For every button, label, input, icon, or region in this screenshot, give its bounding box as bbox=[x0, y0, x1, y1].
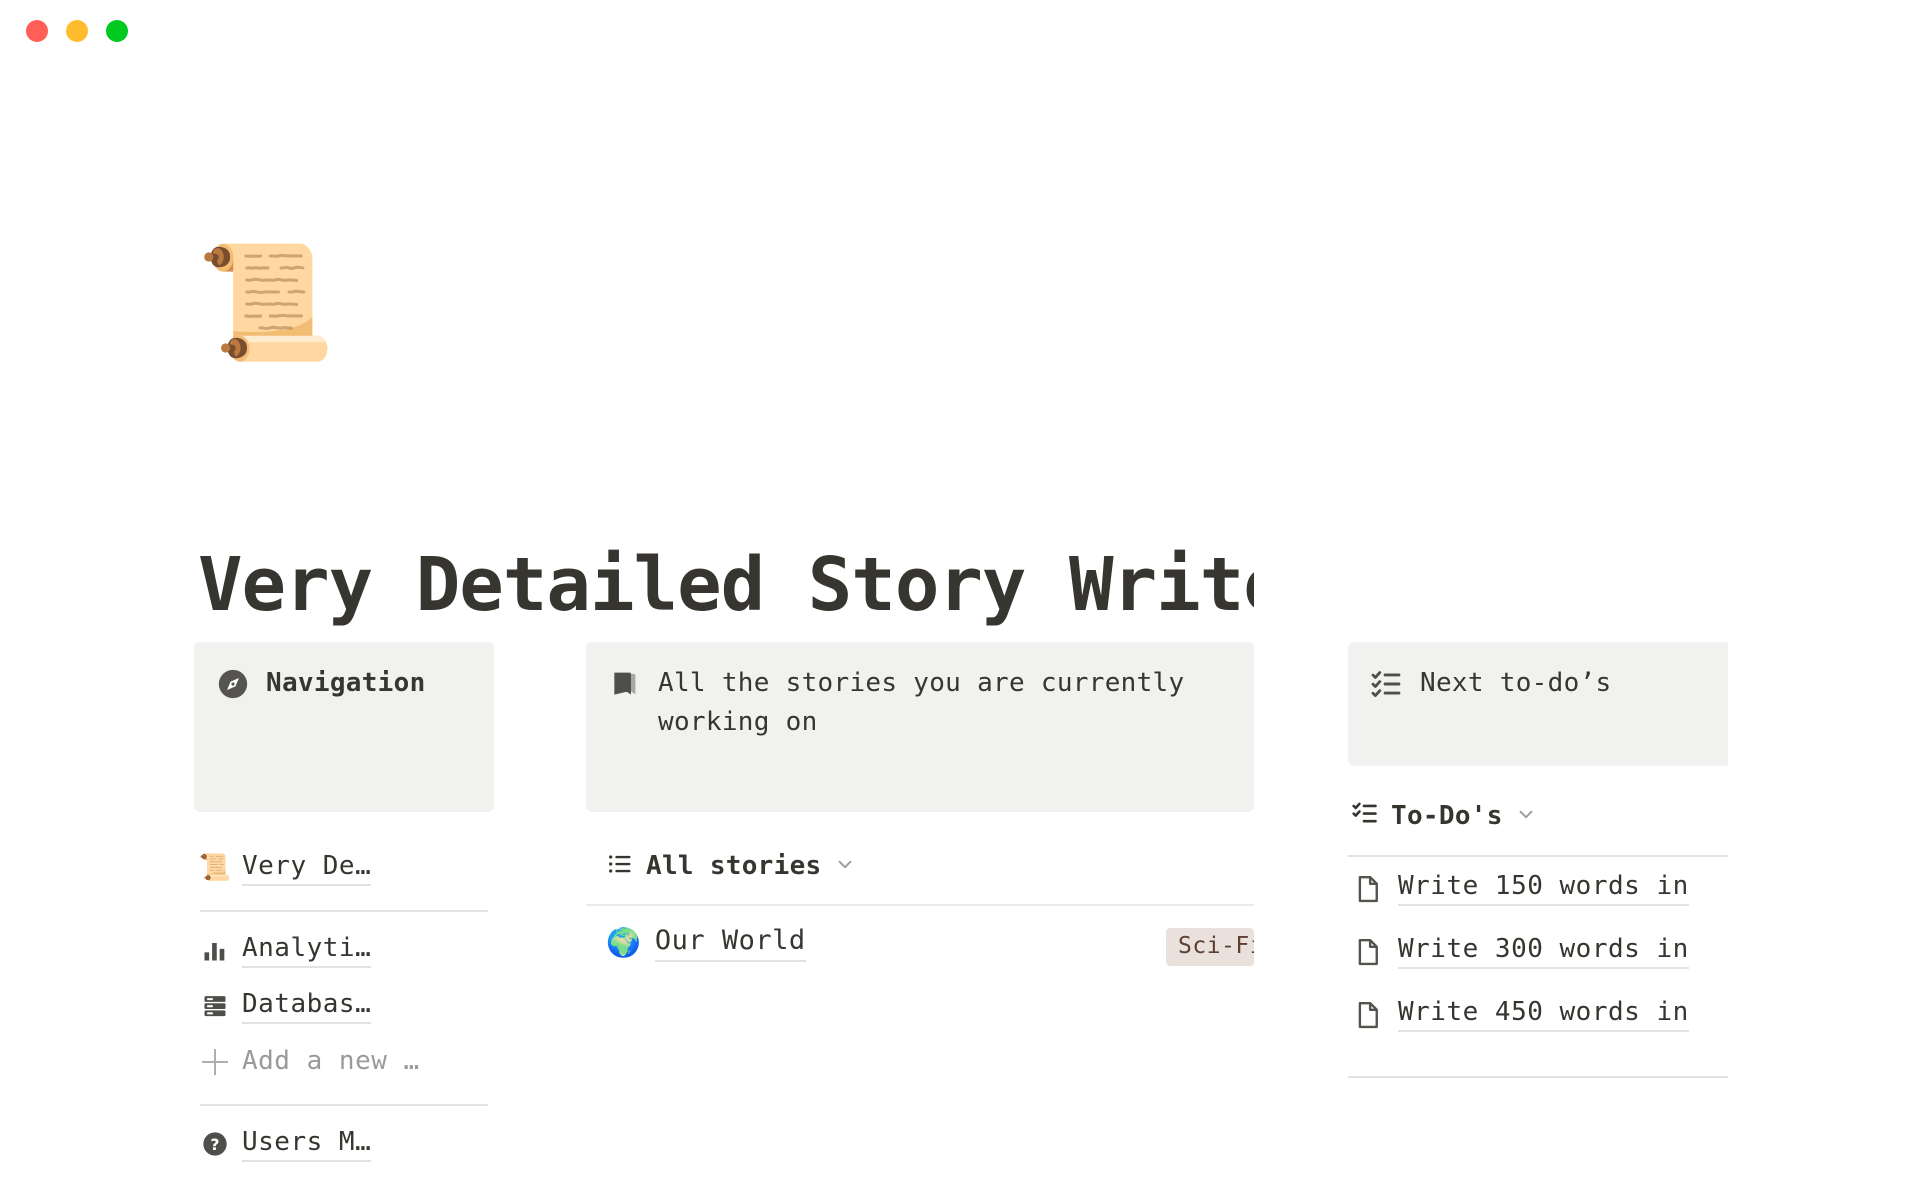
plus-icon bbox=[200, 1047, 230, 1077]
todos-column: Next to-do’s To-Do's Write 150 words in … bbox=[1348, 642, 1758, 1078]
stories-column: All the stories you are currently workin… bbox=[586, 642, 1254, 980]
stories-callout: All the stories you are currently workin… bbox=[586, 642, 1254, 812]
navigation-callout-label: Navigation bbox=[266, 668, 426, 698]
navigation-divider-2 bbox=[200, 1104, 488, 1106]
navigation-callout: Navigation bbox=[194, 642, 494, 812]
chevron-down-icon[interactable] bbox=[1515, 803, 1537, 829]
scroll-emoji-icon: 📜 bbox=[198, 853, 232, 883]
svg-text:?: ? bbox=[210, 1135, 219, 1154]
book-icon bbox=[608, 667, 642, 701]
sidebar-item-analytics[interactable]: Analyti… bbox=[194, 922, 494, 978]
add-a-new-button[interactable]: Add a new … bbox=[194, 1034, 494, 1090]
right-column-clip bbox=[1728, 62, 1920, 1200]
todo-label: Write 150 words in bbox=[1398, 871, 1689, 906]
sidebar-item-label: Databas… bbox=[242, 989, 372, 1024]
chevron-down-icon[interactable] bbox=[834, 853, 856, 879]
todos-view-label: To-Do's bbox=[1391, 800, 1503, 831]
add-a-new-label: Add a new … bbox=[242, 1045, 420, 1076]
compass-icon bbox=[216, 667, 250, 701]
page-title: Very Detailed Story Writer bbox=[198, 541, 1331, 628]
todos-divider-bottom bbox=[1348, 1076, 1748, 1078]
question-circle-icon: ? bbox=[200, 1129, 230, 1159]
navigation-divider-1 bbox=[200, 910, 488, 912]
page-icon bbox=[1352, 873, 1384, 905]
sidebar-item-label: Analyti… bbox=[242, 933, 372, 968]
checklist-icon bbox=[1352, 800, 1379, 831]
all-stories-label: All stories bbox=[646, 851, 822, 881]
status-badge: Sci-Fi bbox=[1166, 928, 1254, 966]
sidebar-item-very-detailed[interactable]: 📜 Very De… bbox=[194, 840, 494, 896]
story-title[interactable]: Our World bbox=[654, 925, 806, 962]
sidebar-item-databases[interactable]: Databas… bbox=[194, 978, 494, 1034]
close-button[interactable] bbox=[26, 20, 48, 42]
page-cover-icon[interactable]: 📜 bbox=[196, 247, 335, 359]
sidebar-item-label: Very De… bbox=[242, 851, 372, 886]
page-body: 📜 Very Detailed Story Writer Navigation bbox=[0, 62, 1920, 1200]
mid-column-clip bbox=[1254, 62, 1348, 1200]
window-titlebar bbox=[0, 0, 1920, 62]
todos-view-selector[interactable]: To-Do's bbox=[1348, 800, 1728, 831]
todo-label: Write 450 words in bbox=[1398, 997, 1689, 1032]
list-icon bbox=[606, 850, 634, 882]
navigation-column: Navigation 📜 Very De… Analyti… Databas… … bbox=[194, 642, 494, 1172]
todo-label: Write 300 words in bbox=[1398, 934, 1689, 969]
stories-callout-label: All the stories you are currently workin… bbox=[658, 668, 1185, 737]
checklist-icon bbox=[1370, 667, 1404, 701]
sidebar-item-label: Users M… bbox=[242, 1127, 372, 1162]
sidebar-item-users-manual[interactable]: ? Users M… bbox=[194, 1116, 494, 1172]
maximize-button[interactable] bbox=[106, 20, 128, 42]
minimize-button[interactable] bbox=[66, 20, 88, 42]
database-icon bbox=[200, 991, 230, 1021]
table-row[interactable]: 🌍 Our World Sci-Fi bbox=[586, 906, 1254, 980]
navigation-list: 📜 Very De… Analyti… Databas… Add a new …… bbox=[194, 840, 494, 1172]
globe-emoji-icon: 🌍 bbox=[606, 926, 641, 959]
all-stories-view-selector[interactable]: All stories bbox=[586, 850, 1254, 882]
todos-callout: Next to-do’s bbox=[1348, 642, 1758, 766]
page-icon bbox=[1352, 936, 1384, 968]
page-icon bbox=[1352, 999, 1384, 1031]
todos-callout-label: Next to-do’s bbox=[1420, 668, 1612, 698]
bar-chart-icon bbox=[200, 935, 230, 965]
